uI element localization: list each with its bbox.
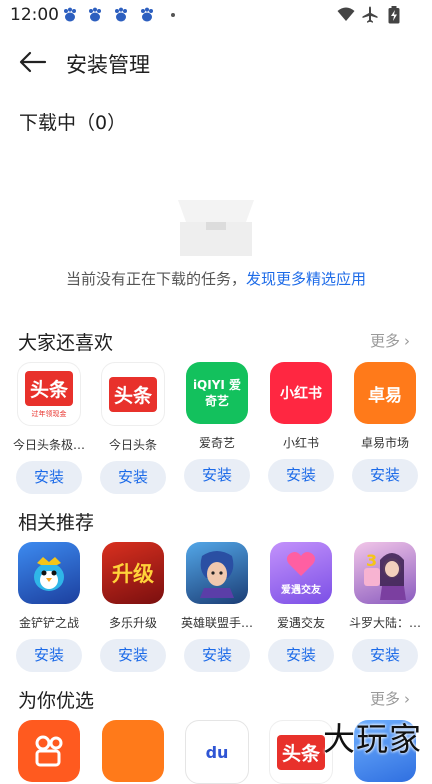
svg-text:3: 3 (366, 551, 377, 570)
heart-icon (286, 551, 316, 576)
install-button[interactable]: 安装 (16, 639, 82, 672)
character-icon: 3 (364, 551, 406, 600)
app-card: iQIYI 爱奇艺 爱奇艺 安装 (177, 362, 257, 492)
app-card: 头条 今日头条 安装 (93, 362, 173, 494)
app-name: 斗罗大陆：… (348, 616, 421, 630)
wifi-icon (337, 7, 355, 21)
toutiao-icon[interactable]: 头条 (101, 362, 165, 426)
more-label: 更多 (369, 690, 400, 708)
zhuoyi-market-icon[interactable]: 卓易 (354, 362, 416, 424)
icon-text: 爱遇交友 (281, 584, 321, 596)
baidu-icon[interactable]: du (185, 720, 249, 784)
camera-logo-icon (35, 735, 63, 767)
app-card: 3 斗罗大陆：… 安装 (345, 542, 425, 672)
icon-text: 升级 (112, 562, 154, 586)
back-arrow-icon[interactable] (18, 50, 48, 74)
app-card: du (177, 720, 257, 784)
icon-subtext: 过年领现金 (31, 410, 67, 418)
app-card: 升级 多乐升级 安装 (93, 542, 173, 672)
paw-notification-icon (89, 7, 101, 22)
install-button[interactable]: 安装 (352, 459, 418, 492)
install-button[interactable]: 安装 (184, 459, 250, 492)
install-button[interactable]: 安装 (268, 459, 334, 492)
install-button[interactable]: 安装 (16, 461, 82, 494)
app-card (9, 720, 89, 782)
paw-notification-icon (141, 7, 153, 22)
aiyu-dating-icon[interactable]: 爱遇交友 (270, 542, 332, 604)
app-name: 小红书 (282, 436, 319, 450)
app-card: 头条 过年领现金 今日头条极… 安装 (9, 362, 89, 494)
paw-notification-icon (64, 7, 76, 22)
toutiao-lite-icon[interactable]: 头条 过年领现金 (17, 362, 81, 426)
icon-text: 小红书 (280, 386, 322, 402)
airplane-icon (362, 6, 378, 23)
app-name: 多乐升级 (108, 616, 157, 630)
icon-text: 头条 (24, 370, 73, 406)
icon-text: du (205, 742, 229, 762)
duole-shengji-icon[interactable]: 升级 (102, 542, 164, 604)
app-name: 英雄联盟手… (180, 616, 253, 630)
section-title-for-you: 为你优选 (18, 690, 95, 712)
status-bar: 12:00 (0, 0, 432, 30)
discover-apps-link[interactable]: 发现更多精选应用 (246, 270, 366, 288)
app-card (93, 720, 173, 782)
empty-text: 当前没有正在下载的任务， (65, 270, 246, 288)
app-name: 今日头条 (108, 438, 157, 452)
page-title: 安装管理 (66, 53, 150, 77)
status-time: 12:00 (10, 5, 59, 25)
more-link-for-you[interactable]: 更多 › (370, 688, 410, 709)
app-card: 小红书 小红书 安装 (261, 362, 341, 492)
battery-charging-icon (388, 6, 400, 24)
notification-dot (171, 13, 175, 17)
app-card: 英雄联盟手… 安装 (177, 542, 257, 672)
chevron-right-icon: › (404, 690, 410, 708)
kuaishou-icon[interactable] (18, 720, 80, 782)
downloading-heading: 下载中（0） (19, 112, 127, 134)
install-button[interactable]: 安装 (352, 639, 418, 672)
iqiyi-icon[interactable]: iQIYI 爱奇艺 (186, 362, 248, 424)
empty-downloads-message: 当前没有正在下载的任务，发现更多精选应用 (0, 268, 432, 289)
section-title-also-like: 大家还喜欢 (18, 332, 114, 354)
icon-text: iQIYI 爱奇艺 (192, 378, 242, 408)
jinchanchan-icon[interactable] (18, 542, 80, 604)
app-card: 爱遇交友 爱遇交友 安装 (261, 542, 341, 672)
hero-character-icon (200, 551, 234, 598)
icon-text: 头条 (276, 734, 325, 770)
install-button[interactable]: 安装 (268, 639, 334, 672)
empty-box-icon (178, 200, 254, 256)
chevron-right-icon: › (404, 332, 410, 350)
install-button[interactable]: 安装 (100, 461, 166, 494)
xiaohongshu-icon[interactable]: 小红书 (270, 362, 332, 424)
watermark: 大玩家 (322, 720, 422, 758)
app-card: 卓易 卓易市场 安装 (345, 362, 425, 492)
app-name: 金铲铲之战 (18, 616, 79, 630)
zhuoyi-market-icon[interactable] (102, 720, 164, 782)
install-button[interactable]: 安装 (184, 639, 250, 672)
more-link-also-like[interactable]: 更多 › (370, 330, 410, 351)
penguin-icon (34, 557, 64, 591)
section-title-related: 相关推荐 (18, 512, 95, 534)
app-bar: 安装管理 (0, 38, 432, 86)
app-name: 爱奇艺 (198, 436, 235, 450)
icon-text: 头条 (108, 376, 157, 412)
douluo-icon[interactable]: 3 (354, 542, 416, 604)
install-button[interactable]: 安装 (100, 639, 166, 672)
lol-mobile-icon[interactable] (186, 542, 248, 604)
app-name: 今日头条极… (12, 438, 85, 452)
icon-text: 卓易 (368, 385, 402, 406)
more-label: 更多 (369, 332, 400, 350)
app-name: 卓易市场 (360, 436, 409, 450)
app-name: 爱遇交友 (276, 616, 325, 630)
paw-notification-icon (115, 7, 127, 22)
app-card: 金铲铲之战 安装 (9, 542, 89, 672)
